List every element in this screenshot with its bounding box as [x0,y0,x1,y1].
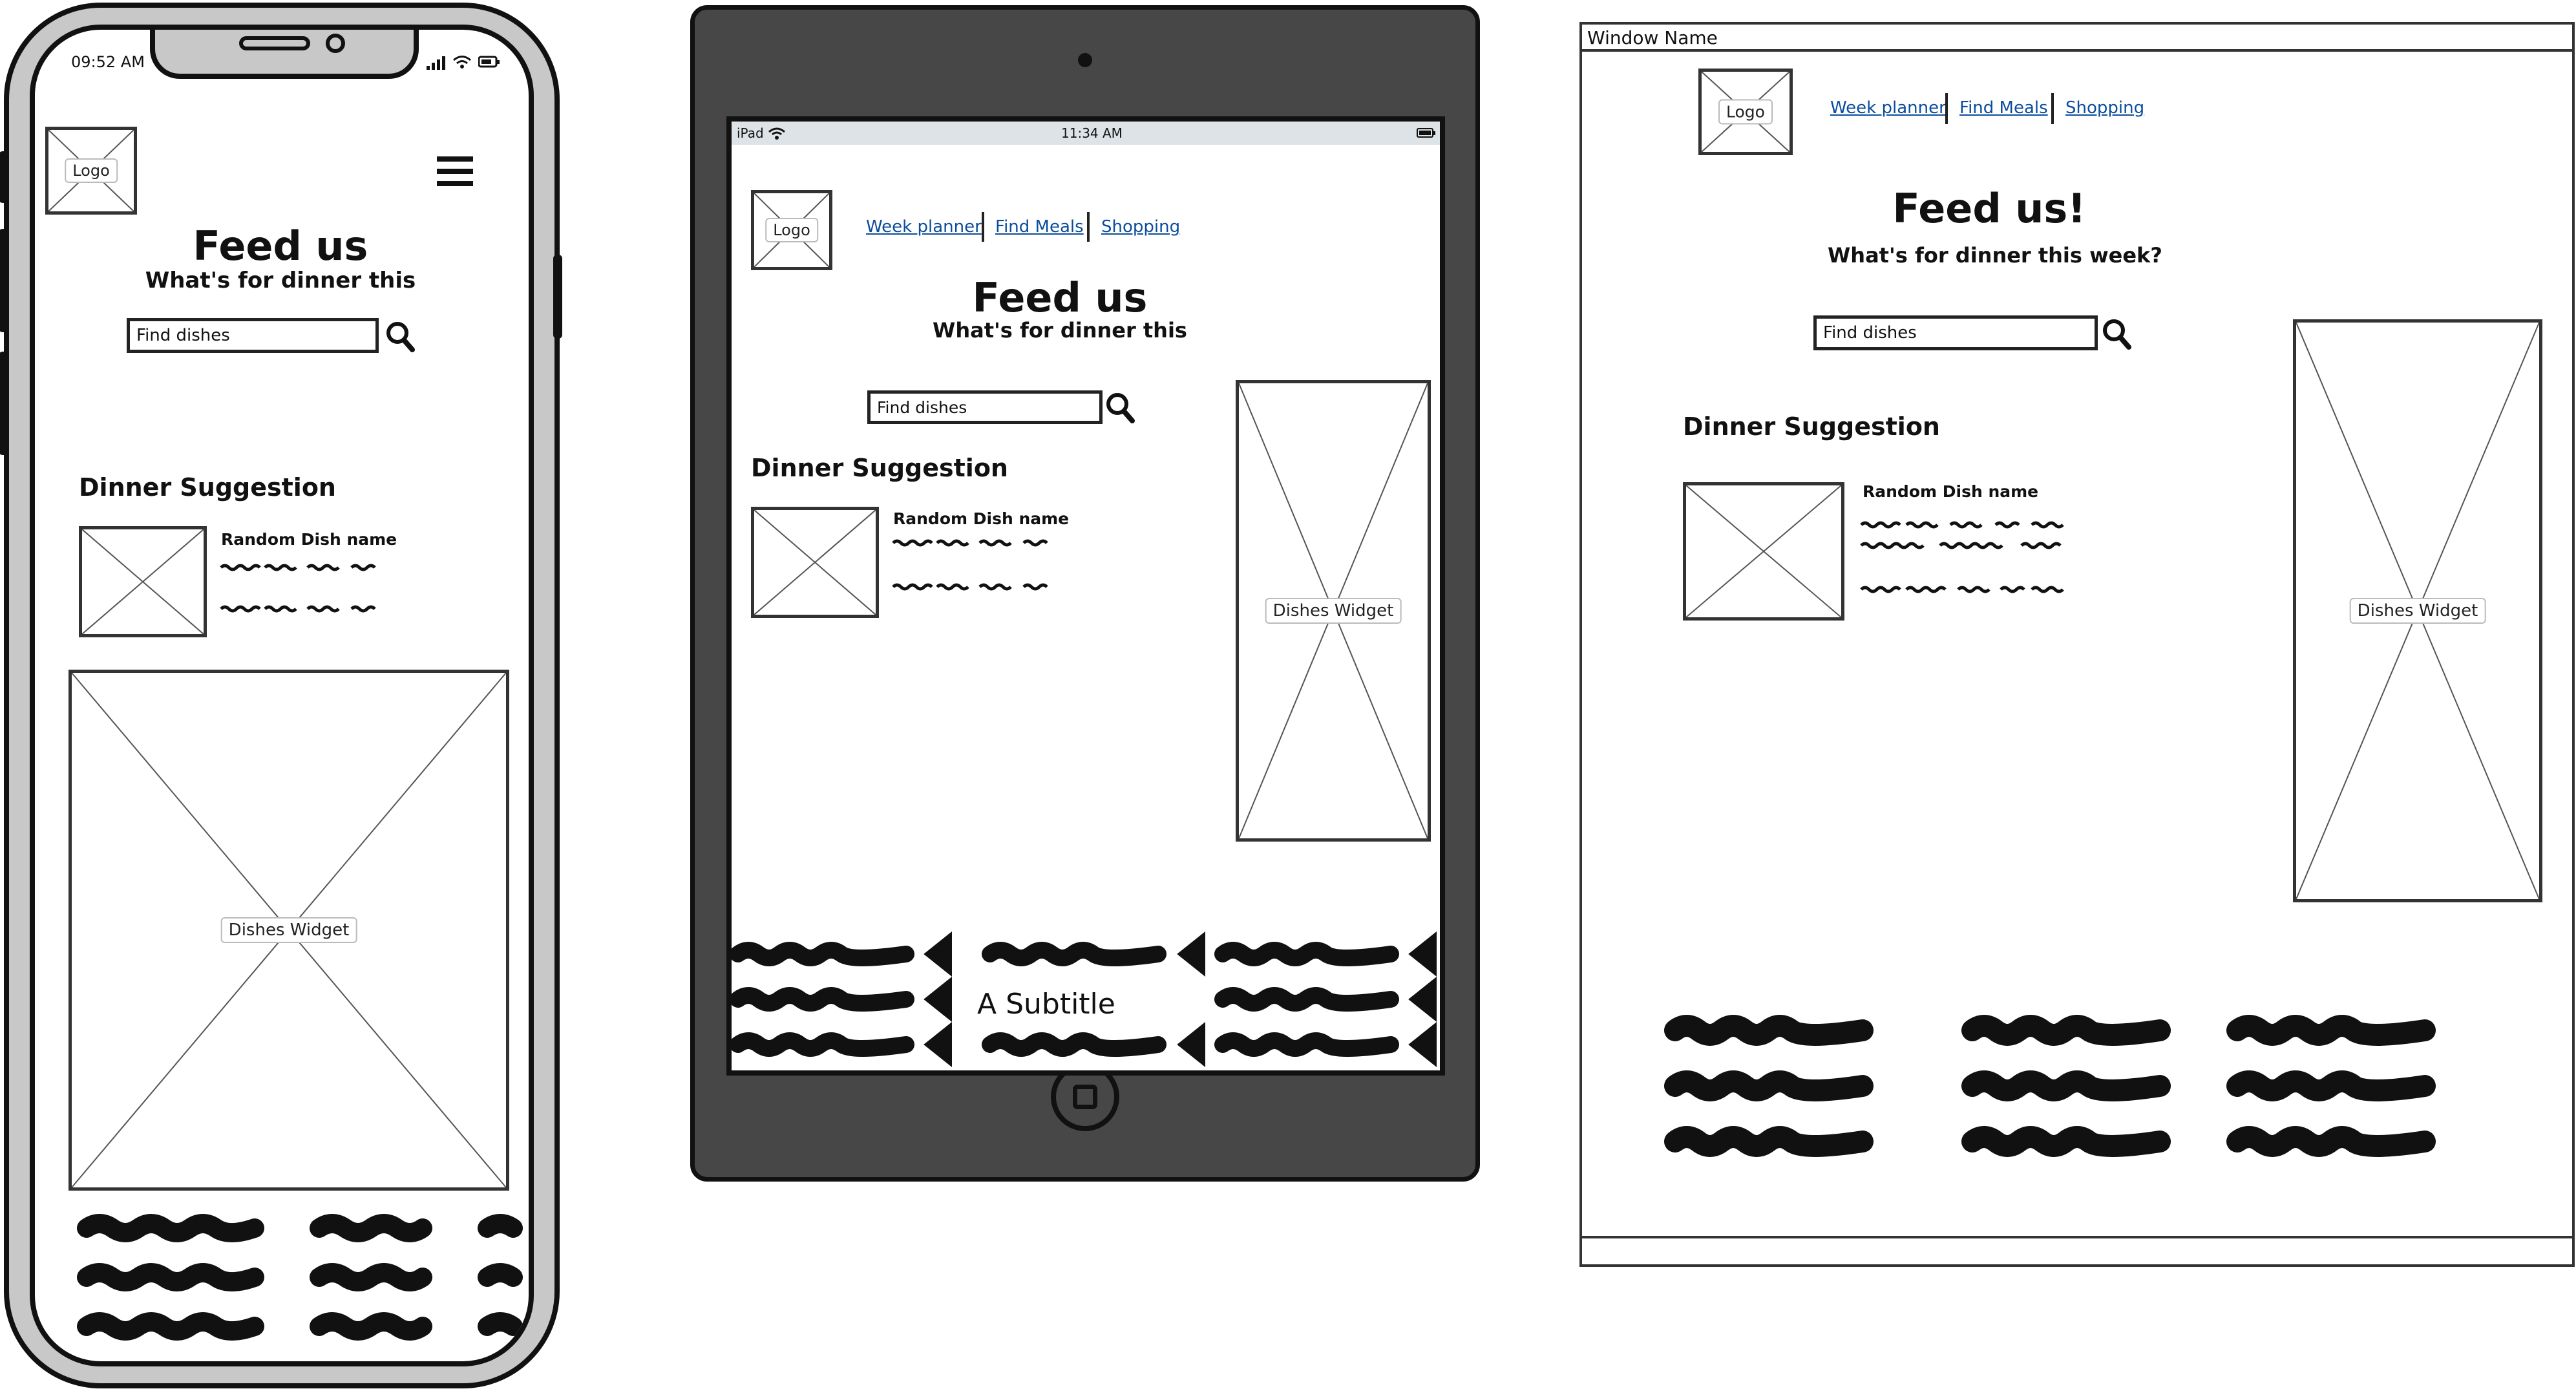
dish-name: Random Dish name [1863,482,2039,501]
section-title: Dinner Suggestion [1683,412,1940,441]
search-input[interactable]: Find dishes [1813,315,2098,350]
dish-description-scribble [220,564,376,613]
search-input-placeholder: Find dishes [136,326,230,345]
nav-find-meals[interactable]: Find Meals [1959,98,2048,118]
search-icon[interactable] [2102,318,2131,350]
tablet-screen: iPad 11:34 AM Logo Week planner Find Mea… [726,116,1445,1076]
status-time: 09:52 AM [71,53,145,71]
search-input-placeholder: Find dishes [1823,323,1917,343]
tablet-camera [1078,53,1092,67]
page-subtitle: What's for dinner this week? [1828,243,2162,268]
wifi-icon [452,54,472,70]
hamburger-menu-icon[interactable] [436,155,474,187]
footer-scribble [1664,1015,2436,1157]
page-title: Feed us [972,274,1148,321]
dishes-widget[interactable]: Dishes Widget [1236,380,1431,842]
page-subtitle: What's for dinner this [145,268,416,293]
phone-mockup: 09:52 AM Logo Feed us What's for dinner … [0,3,562,1388]
nav-separator [1087,212,1090,242]
speaker [239,36,310,50]
search-icon[interactable] [385,321,415,353]
nav-shopping[interactable]: Shopping [2065,98,2144,118]
logo-label: Logo [1718,99,1773,125]
tablet-mockup: iPad 11:34 AM Logo Week planner Find Mea… [690,5,1480,1182]
home-button-square [1073,1085,1097,1109]
nav-week-planner[interactable]: Week planner [1830,98,1946,118]
section-title: Dinner Suggestion [751,454,1008,482]
phone-notch [150,30,419,79]
footer-scribble [77,1214,523,1341]
page-title: Feed us [193,222,368,270]
nav-separator [2051,93,2054,124]
logo-label: Logo [765,218,818,242]
dishes-widget-label: Dishes Widget [220,917,357,943]
phone-side-button [0,352,8,455]
battery-icon [1417,128,1436,138]
logo-label: Logo [65,158,118,183]
nav-find-meals[interactable]: Find Meals [995,217,1084,237]
section-title: Dinner Suggestion [79,473,336,502]
logo[interactable]: Logo [1698,69,1793,155]
nav-shopping[interactable]: Shopping [1101,217,1180,237]
dishes-widget-label: Dishes Widget [2349,598,2486,624]
search-input[interactable]: Find dishes [127,318,379,353]
window-name: Window Name [1587,27,1718,48]
page-subtitle: What's for dinner this [933,318,1187,343]
nav-separator [1945,93,1948,124]
dishes-widget[interactable]: Dishes Widget [69,670,509,1191]
nav-separator [982,212,984,242]
dishes-widget[interactable]: Dishes Widget [2293,319,2542,902]
dish-description-scribble [892,539,1048,591]
dish-name: Random Dish name [221,530,397,549]
dish-name: Random Dish name [893,509,1070,528]
dishes-widget-label: Dishes Widget [1265,598,1402,624]
window-titlebar [1582,25,2572,52]
phone-screen: 09:52 AM Logo Feed us What's for dinner … [30,25,534,1366]
footer-subtitle: A Subtitle [977,988,1115,1021]
dish-description-scribble [1860,521,2064,593]
logo[interactable]: Logo [751,190,832,270]
wifi-icon [768,127,786,140]
window-statusbar [1582,1236,2572,1238]
search-icon[interactable] [1105,392,1135,424]
phone-side-button [0,151,8,203]
dish-image[interactable] [79,526,207,637]
nav-week-planner[interactable]: Week planner [866,217,982,237]
status-carrier: iPad [737,125,764,141]
phone-power-button [553,255,562,339]
dish-image[interactable] [751,507,879,618]
battery-icon [478,56,500,69]
front-camera [326,34,345,53]
status-time: 11:34 AM [1061,125,1123,141]
phone-side-button [0,229,8,332]
logo[interactable]: Logo [45,127,137,215]
dish-image[interactable] [1683,482,1844,621]
search-input[interactable]: Find dishes [867,390,1103,424]
page-title: Feed us! [1892,185,2086,232]
desktop-window: Window Name Logo Week planner Find Meals… [1579,22,2575,1267]
search-input-placeholder: Find dishes [877,398,967,417]
signal-icon [427,56,446,70]
